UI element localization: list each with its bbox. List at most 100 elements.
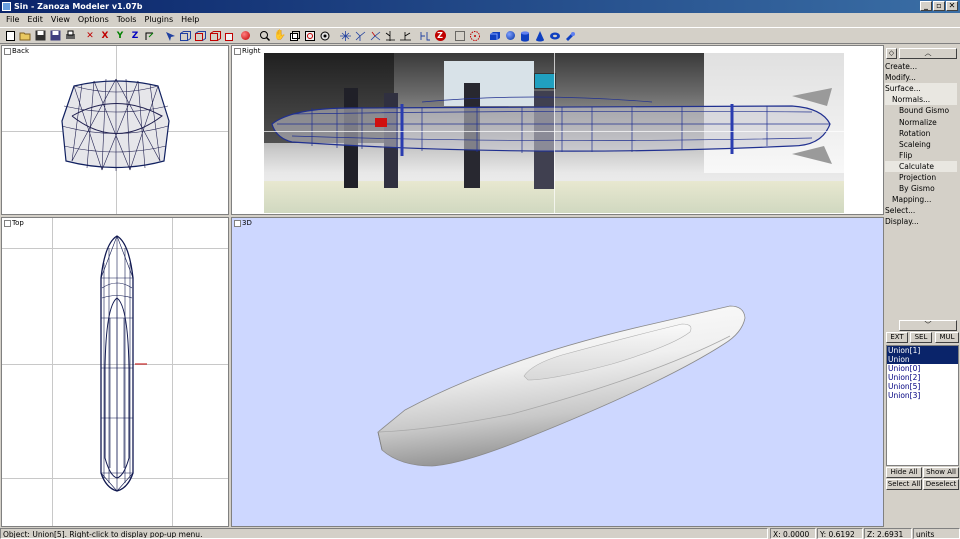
- object-list[interactable]: Union[1] Union Union[0] Union[2] Union[5] Uni…: [886, 345, 959, 466]
- pan-hand-icon[interactable]: ✋: [273, 29, 287, 43]
- command-flip[interactable]: Flip: [885, 150, 912, 161]
- menu-help[interactable]: Help: [177, 13, 203, 26]
- minimize-button[interactable]: _: [920, 1, 932, 11]
- object-list-item[interactable]: Union[1]: [887, 346, 958, 355]
- object-list-item[interactable]: Union: [887, 355, 958, 364]
- box-select-red-icon[interactable]: [193, 29, 207, 43]
- menu-plugins[interactable]: Plugins: [140, 13, 177, 26]
- show-all-button[interactable]: Show All: [923, 467, 959, 478]
- mirror-icon[interactable]: [383, 29, 397, 43]
- z-logo-icon[interactable]: Z: [433, 29, 447, 43]
- command-normalize[interactable]: Normalize: [885, 117, 937, 128]
- coord-z: Z: 2.6931: [864, 528, 912, 539]
- viewport-menu-icon[interactable]: [234, 47, 241, 55]
- command-mapping[interactable]: Mapping...: [885, 194, 931, 205]
- menu-file[interactable]: File: [2, 13, 23, 26]
- transform-3d-icon[interactable]: [418, 29, 432, 43]
- deselect-button[interactable]: Deselect: [923, 479, 959, 490]
- viewport-menu-icon[interactable]: [234, 219, 241, 227]
- viewport-top[interactable]: Top: [1, 217, 229, 527]
- scroll-down-button[interactable]: ﹀: [899, 320, 957, 331]
- object-list-item[interactable]: Union[2]: [887, 373, 958, 382]
- object-list-item[interactable]: Union[0]: [887, 364, 958, 373]
- command-projection[interactable]: Projection: [885, 172, 936, 183]
- create-cylinder-icon[interactable]: [518, 29, 532, 43]
- delete-icon[interactable]: ✕: [83, 29, 97, 43]
- new-file-icon[interactable]: [3, 29, 17, 43]
- command-normals[interactable]: Normals...: [885, 94, 957, 106]
- coord-x: X: 0.0000: [770, 528, 816, 539]
- units-label: units: [913, 528, 960, 539]
- main-toolbar: ✕ X Y Z ✋ Z: [0, 27, 960, 44]
- menu-view[interactable]: View: [47, 13, 74, 26]
- box-select-icon[interactable]: [178, 29, 192, 43]
- viewport-back-label: Back: [12, 47, 29, 55]
- zoom-icon[interactable]: [258, 29, 272, 43]
- title-bar: Sin - Zanoza Modeler v1.07b _ ▫ ✕: [0, 0, 960, 13]
- menu-tools[interactable]: Tools: [113, 13, 141, 26]
- command-display[interactable]: Display...: [885, 216, 919, 227]
- status-message: Object: Union[5]. Right-click to display…: [0, 528, 768, 539]
- command-surface[interactable]: Surface...: [885, 83, 957, 95]
- command-calculate[interactable]: Calculate: [885, 160, 957, 172]
- object-list-item[interactable]: Union[5]: [887, 382, 958, 391]
- scroll-up-button[interactable]: ︿: [899, 48, 957, 59]
- print-icon[interactable]: [63, 29, 77, 43]
- render-sphere-icon[interactable]: [238, 29, 252, 43]
- create-torus-icon[interactable]: [548, 29, 562, 43]
- zoom-all-icon[interactable]: [318, 29, 332, 43]
- viewport-back[interactable]: Back: [1, 45, 229, 215]
- target-icon[interactable]: [468, 29, 482, 43]
- command-rotation[interactable]: Rotation: [885, 128, 930, 139]
- top-wireframe: [100, 235, 147, 492]
- ext-mode-button[interactable]: EXT: [886, 332, 908, 343]
- z-logo-label: Z: [434, 30, 446, 41]
- scale-icon[interactable]: [368, 29, 382, 43]
- window-title: Sin - Zanoza Modeler v1.07b: [14, 2, 143, 11]
- axis-y-button[interactable]: Y: [113, 29, 127, 43]
- command-by-gismo[interactable]: By Gismo: [885, 183, 935, 194]
- save-as-icon[interactable]: [48, 29, 62, 43]
- select-arrow-icon[interactable]: [163, 29, 177, 43]
- status-bar: Object: Union[5]. Right-click to display…: [0, 528, 960, 539]
- viewport-right[interactable]: Right: [231, 45, 884, 215]
- box-wire-icon[interactable]: [208, 29, 222, 43]
- sel-mode-button[interactable]: SEL: [910, 332, 932, 343]
- zoom-region-icon[interactable]: [303, 29, 317, 43]
- viewport-3d[interactable]: 3D: [231, 217, 884, 527]
- mul-mode-button[interactable]: MUL: [935, 332, 959, 343]
- menu-bar: File Edit View Options Tools Plugins Hel…: [0, 13, 960, 26]
- object-list-item[interactable]: Union[3]: [887, 391, 958, 400]
- back-wireframe: [61, 78, 170, 171]
- zoom-extents-icon[interactable]: [288, 29, 302, 43]
- menu-edit[interactable]: Edit: [23, 13, 47, 26]
- box-solid-icon[interactable]: [223, 29, 237, 43]
- hide-all-button[interactable]: Hide All: [886, 467, 922, 478]
- restore-button[interactable]: ▫: [933, 1, 945, 11]
- save-icon[interactable]: [33, 29, 47, 43]
- close-button[interactable]: ✕: [946, 1, 958, 11]
- create-cone-icon[interactable]: [533, 29, 547, 43]
- open-folder-icon[interactable]: [18, 29, 32, 43]
- dotted-select-icon[interactable]: [453, 29, 467, 43]
- command-create[interactable]: Create...: [885, 61, 917, 72]
- menu-options[interactable]: Options: [74, 13, 113, 26]
- viewport-menu-icon[interactable]: [4, 219, 11, 227]
- create-sphere-icon[interactable]: [503, 29, 517, 43]
- move-icon[interactable]: [338, 29, 352, 43]
- command-select[interactable]: Select...: [885, 205, 915, 216]
- axis-x-button[interactable]: X: [98, 29, 112, 43]
- grid-line: [554, 46, 555, 214]
- create-box-icon[interactable]: [488, 29, 502, 43]
- select-all-button[interactable]: Select All: [886, 479, 922, 490]
- axis-lock-icon[interactable]: [143, 29, 157, 43]
- align-icon[interactable]: [398, 29, 412, 43]
- command-scaleing[interactable]: Scaleing: [885, 139, 931, 150]
- rotate-icon[interactable]: [353, 29, 367, 43]
- command-modify[interactable]: Modify...: [885, 72, 916, 83]
- create-tube-icon[interactable]: [563, 29, 577, 43]
- viewport-menu-icon[interactable]: [4, 47, 11, 55]
- command-bound-gismo[interactable]: Bound Gismo: [885, 105, 949, 116]
- panel-menu-icon[interactable]: ◇: [886, 48, 897, 59]
- axis-z-button[interactable]: Z: [128, 29, 142, 43]
